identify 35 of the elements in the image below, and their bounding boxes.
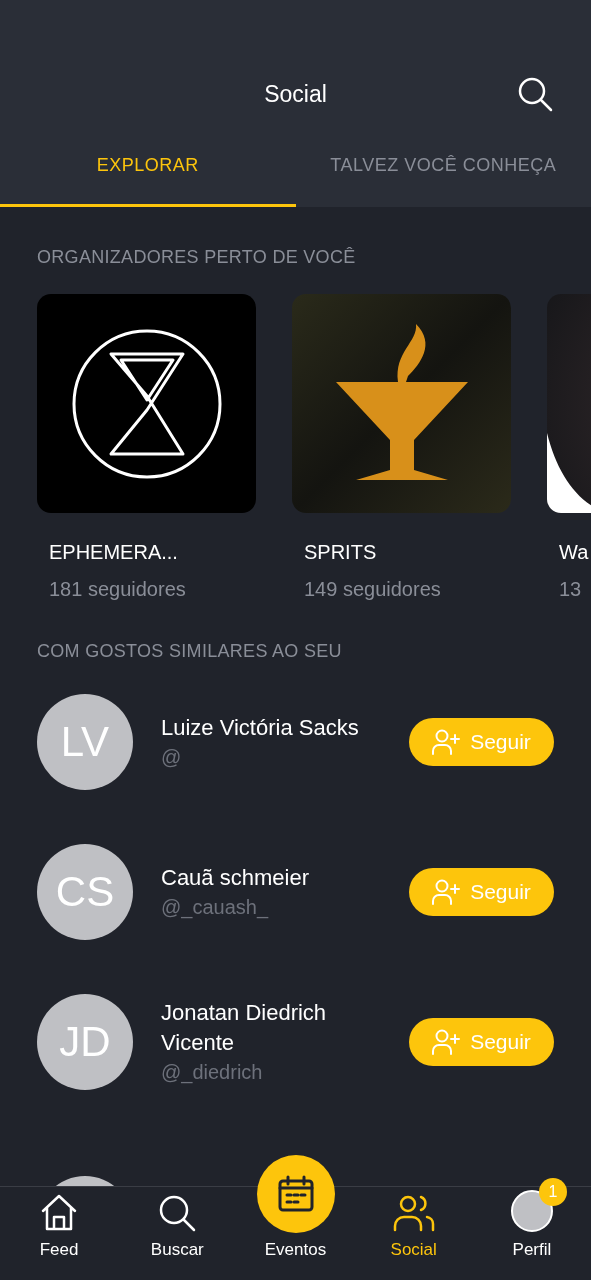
page-title: Social (264, 80, 327, 108)
section-title: ORGANIZADORES PERTO DE VOCÊ (36, 246, 357, 268)
nav-item[interactable]: Eventos (264, 1240, 327, 1280)
user-name: Luize Victória Sacks (161, 714, 360, 742)
user-name: Jonatan Diedrich Vicente (161, 999, 328, 1057)
cocktail-glass-logo[interactable] (292, 294, 511, 513)
hourglass-logo[interactable] (37, 294, 256, 513)
add-user-icon (432, 879, 461, 905)
search-button[interactable] (517, 76, 553, 112)
tab[interactable]: TALVEZ VOCÊ CONHEÇA (295, 140, 591, 207)
user-handle: @ (161, 745, 183, 770)
user-avatar: LV (37, 694, 133, 790)
follower-count: 181 seguidores (49, 578, 187, 601)
notification-badge: 1 (538, 1178, 567, 1206)
user-name: Cauã schmeier (161, 864, 310, 892)
add-user-icon (432, 729, 461, 755)
user-avatar: JD (37, 994, 133, 1090)
tab[interactable]: EXPLORAR (0, 140, 296, 207)
nav-item[interactable]: Social (354, 1187, 473, 1280)
nav-item[interactable]: Feed (0, 1187, 119, 1280)
nav-item[interactable]: Buscar (118, 1187, 237, 1280)
organizer-name: EPHEMERA... (49, 541, 179, 564)
home-icon (41, 1194, 78, 1232)
user-handle: @_diedrich (161, 1060, 264, 1086)
organizer-name: Wa (559, 541, 590, 564)
section-title: COM GOSTOS SIMILARES AO SEU (36, 640, 343, 662)
add-user-icon (432, 1029, 461, 1055)
follower-count: 149 seguidores (304, 578, 442, 601)
user-avatar: CS (37, 844, 133, 940)
calendar-icon (276, 1175, 315, 1213)
user-handle: @_cauash_ (161, 895, 270, 921)
follower-count: 13 (559, 578, 583, 601)
organizer-name: SPRITS (304, 541, 378, 564)
users-icon (392, 1194, 435, 1232)
search-icon (158, 1194, 197, 1232)
